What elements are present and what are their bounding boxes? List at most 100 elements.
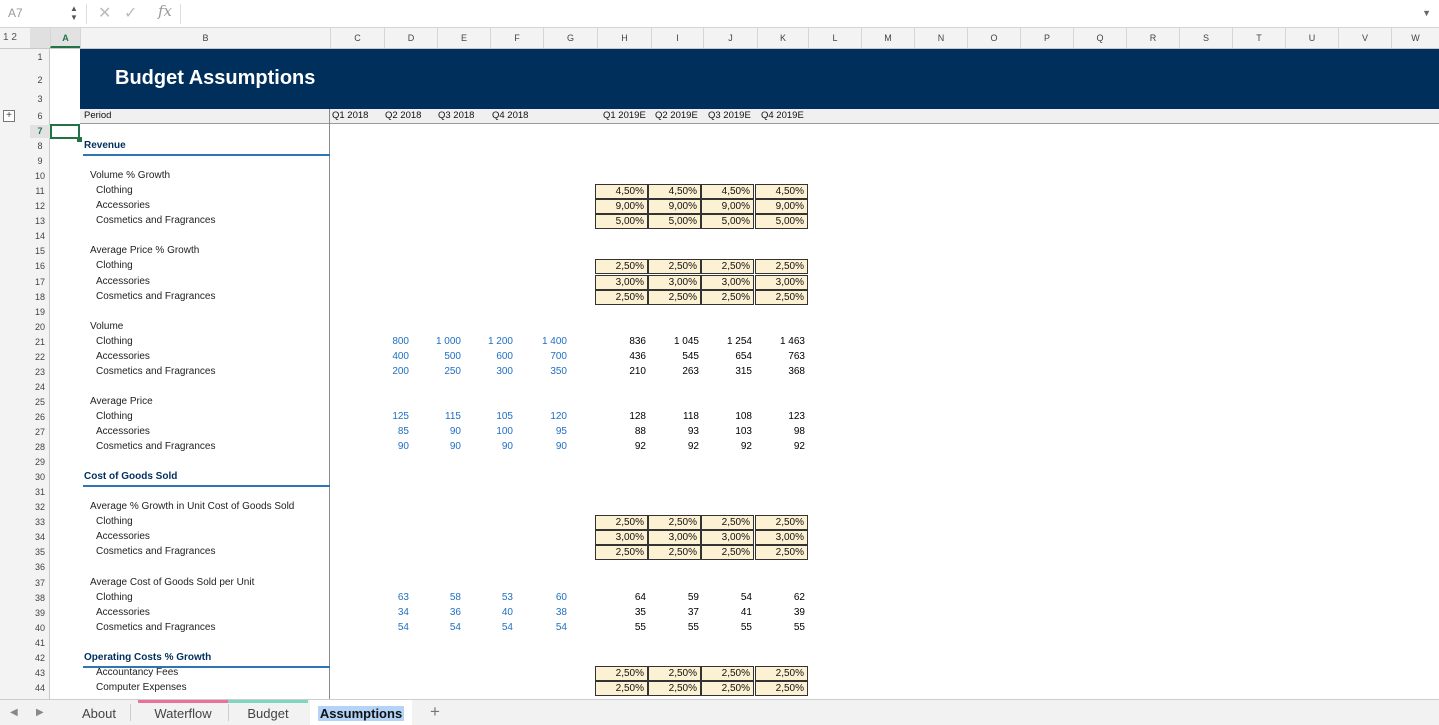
assumption-input-cell[interactable]: 2,50% (648, 680, 701, 696)
forecast-value-cell[interactable]: 1 045 (649, 336, 699, 347)
actual-value-cell[interactable]: 200 (359, 366, 409, 377)
assumption-input-cell[interactable]: 3,00% (701, 530, 754, 546)
row-header-44[interactable]: 44 (30, 682, 50, 695)
assumption-input-cell[interactable]: 2,50% (648, 545, 701, 561)
sheet-grid[interactable]: Budget Assumptions Period Q1 2018 Q2 2018 Q… (50, 49, 1439, 699)
actual-value-cell[interactable]: 90 (359, 441, 409, 452)
column-header-u[interactable]: U (1285, 28, 1338, 48)
row-header-2[interactable]: 2 (30, 74, 50, 87)
forecast-value-cell[interactable]: 59 (649, 592, 699, 603)
column-header-m[interactable]: M (861, 28, 914, 48)
forecast-value-cell[interactable]: 108 (702, 411, 752, 422)
row-header-37[interactable]: 37 (30, 577, 50, 590)
forecast-value-cell[interactable]: 654 (702, 351, 752, 362)
actual-value-cell[interactable]: 800 (359, 336, 409, 347)
actual-value-cell[interactable]: 36 (411, 607, 461, 618)
function-icon[interactable]: fx (158, 2, 172, 20)
row-header-24[interactable]: 24 (30, 381, 50, 394)
forecast-value-cell[interactable]: 92 (596, 441, 646, 452)
assumption-input-cell[interactable]: 2,50% (595, 515, 648, 531)
actual-value-cell[interactable]: 58 (411, 592, 461, 603)
assumption-input-cell[interactable]: 2,50% (701, 289, 754, 305)
assumption-input-cell[interactable]: 9,00% (648, 199, 701, 215)
sheet-tab-about[interactable]: About (68, 700, 130, 725)
sheet-tab-waterflow[interactable]: Waterflow (138, 700, 228, 725)
row-header-33[interactable]: 33 (30, 516, 50, 529)
active-cell-a7[interactable] (50, 124, 80, 139)
actual-value-cell[interactable]: 700 (517, 351, 567, 362)
assumption-input-cell[interactable]: 2,50% (755, 665, 808, 681)
forecast-value-cell[interactable]: 35 (596, 607, 646, 618)
actual-value-cell[interactable]: 500 (411, 351, 461, 362)
forecast-value-cell[interactable]: 123 (755, 411, 805, 422)
forecast-value-cell[interactable]: 92 (702, 441, 752, 452)
row-header-10[interactable]: 10 (30, 170, 50, 183)
forecast-value-cell[interactable]: 315 (702, 366, 752, 377)
name-box-spinner[interactable]: ▲ ▼ (70, 4, 78, 22)
assumption-input-cell[interactable]: 2,50% (648, 259, 701, 275)
assumption-input-cell[interactable]: 3,00% (595, 530, 648, 546)
assumption-input-cell[interactable]: 2,50% (755, 680, 808, 696)
assumption-input-cell[interactable]: 3,00% (648, 530, 701, 546)
actual-value-cell[interactable]: 125 (359, 411, 409, 422)
forecast-value-cell[interactable]: 103 (702, 426, 752, 437)
next-sheet-icon[interactable]: ▶ (36, 707, 44, 718)
actual-value-cell[interactable]: 54 (411, 622, 461, 633)
actual-value-cell[interactable]: 40 (463, 607, 513, 618)
column-header-k[interactable]: K (757, 28, 808, 48)
forecast-value-cell[interactable]: 98 (755, 426, 805, 437)
actual-value-cell[interactable]: 120 (517, 411, 567, 422)
row-header-36[interactable]: 36 (30, 561, 50, 574)
row-header-15[interactable]: 15 (30, 245, 50, 258)
forecast-value-cell[interactable]: 1 254 (702, 336, 752, 347)
column-header-o[interactable]: O (967, 28, 1020, 48)
actual-value-cell[interactable]: 90 (463, 441, 513, 452)
assumption-input-cell[interactable]: 9,00% (595, 199, 648, 215)
actual-value-cell[interactable]: 54 (517, 622, 567, 633)
column-header-j[interactable]: J (703, 28, 757, 48)
row-header-22[interactable]: 22 (30, 351, 50, 364)
row-header-6[interactable]: 6 (30, 110, 50, 123)
row-header-41[interactable]: 41 (30, 637, 50, 650)
assumption-input-cell[interactable]: 3,00% (701, 274, 754, 290)
column-header-l[interactable]: L (808, 28, 861, 48)
forecast-value-cell[interactable]: 436 (596, 351, 646, 362)
assumption-input-cell[interactable]: 2,50% (595, 289, 648, 305)
column-header-c[interactable]: C (330, 28, 384, 48)
column-header-g[interactable]: G (543, 28, 597, 48)
actual-value-cell[interactable]: 1 400 (517, 336, 567, 347)
forecast-value-cell[interactable]: 41 (702, 607, 752, 618)
sheet-tab-assumptions[interactable]: Assumptions (310, 700, 412, 725)
actual-value-cell[interactable]: 54 (359, 622, 409, 633)
assumption-input-cell[interactable]: 2,50% (595, 680, 648, 696)
forecast-value-cell[interactable]: 55 (755, 622, 805, 633)
fill-handle[interactable] (77, 137, 82, 142)
row-header-31[interactable]: 31 (30, 486, 50, 499)
forecast-value-cell[interactable]: 54 (702, 592, 752, 603)
actual-value-cell[interactable]: 100 (463, 426, 513, 437)
assumption-input-cell[interactable]: 2,50% (701, 259, 754, 275)
name-box[interactable]: A7 (0, 0, 66, 27)
row-header-9[interactable]: 9 (30, 155, 50, 168)
assumption-input-cell[interactable]: 2,50% (755, 545, 808, 561)
assumption-input-cell[interactable]: 3,00% (755, 274, 808, 290)
assumption-input-cell[interactable]: 2,50% (755, 515, 808, 531)
actual-value-cell[interactable]: 95 (517, 426, 567, 437)
column-header-v[interactable]: V (1338, 28, 1391, 48)
formula-expand-icon[interactable]: ▼ (1422, 8, 1431, 18)
actual-value-cell[interactable]: 85 (359, 426, 409, 437)
actual-value-cell[interactable]: 90 (411, 441, 461, 452)
forecast-value-cell[interactable]: 836 (596, 336, 646, 347)
assumption-input-cell[interactable]: 4,50% (648, 184, 701, 200)
forecast-value-cell[interactable]: 55 (702, 622, 752, 633)
row-header-21[interactable]: 21 (30, 336, 50, 349)
forecast-value-cell[interactable]: 55 (649, 622, 699, 633)
row-header-35[interactable]: 35 (30, 546, 50, 559)
column-header-a[interactable]: A (50, 28, 80, 48)
add-sheet-button[interactable]: + (430, 702, 440, 722)
column-header-n[interactable]: N (914, 28, 967, 48)
forecast-value-cell[interactable]: 55 (596, 622, 646, 633)
assumption-input-cell[interactable]: 2,50% (648, 289, 701, 305)
actual-value-cell[interactable]: 250 (411, 366, 461, 377)
select-all-corner[interactable] (30, 28, 50, 48)
